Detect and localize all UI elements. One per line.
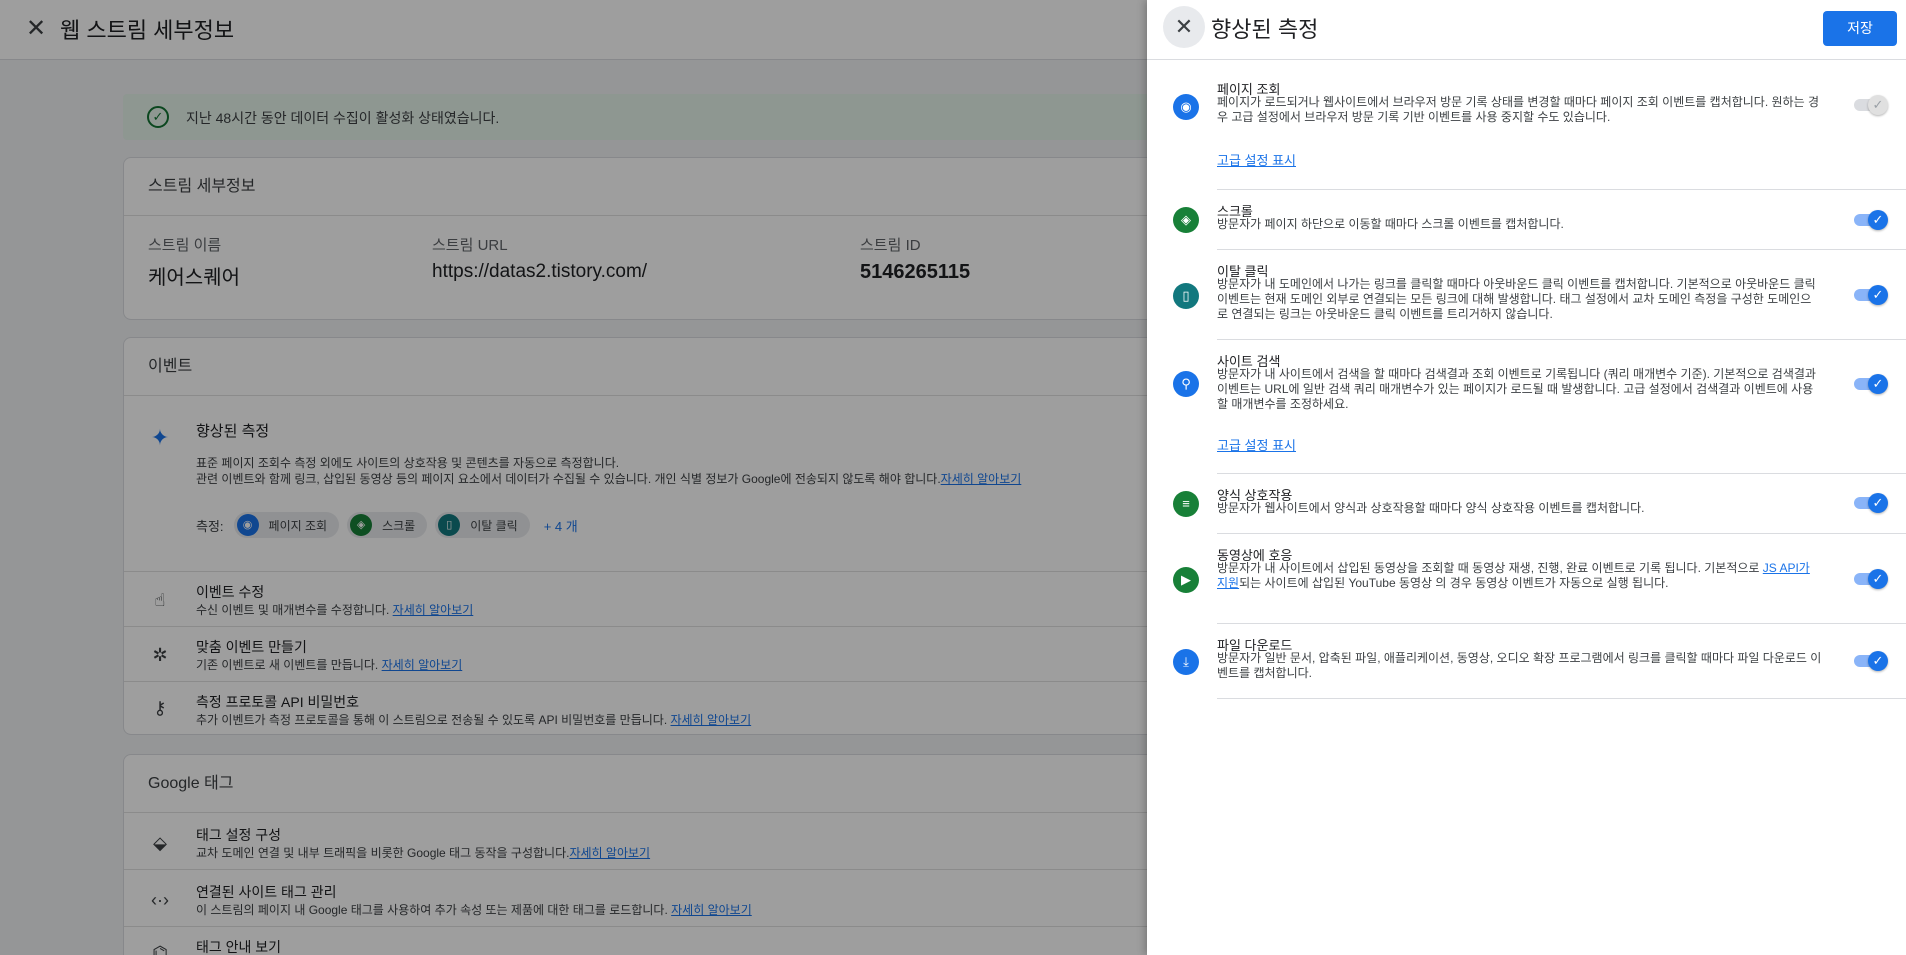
advanced-settings-link[interactable]: 고급 설정 표시 xyxy=(1217,150,1296,169)
check-icon: ✓ xyxy=(1868,651,1888,671)
mouse-icon: ▯ xyxy=(1173,283,1199,309)
search-icon: ⚲ xyxy=(1173,371,1199,397)
setting-desc-text: 방문자가 내 사이트에서 삽입된 동영상을 조회할 때 동영상 재생, 진행, … xyxy=(1217,561,1763,575)
setting-site-search: ⚲ 사이트 검색 방문자가 내 사이트에서 검색을 할 때마다 검색결과 조회 … xyxy=(1147,351,1906,473)
panel-header: ✕ 향상된 측정 저장 xyxy=(1147,0,1906,60)
divider xyxy=(1217,533,1906,534)
eye-icon: ◉ xyxy=(1173,94,1199,120)
scroll-icon: ◈ xyxy=(1173,207,1199,233)
check-icon: ✓ xyxy=(1868,569,1888,589)
enhanced-measurement-panel: ✕ 향상된 측정 저장 ◉ 페이지 조회 페이지가 로드되거나 웹사이트에서 브… xyxy=(1147,0,1906,955)
divider xyxy=(1217,623,1906,624)
setting-desc: 방문자가 내 도메인에서 나가는 링크를 클릭할 때마다 아웃바운드 클릭 이벤… xyxy=(1217,277,1816,321)
setting-video-engagement: ▶ 동영상에 호응 방문자가 내 사이트에서 삽입된 동영상을 조회할 때 동영… xyxy=(1147,545,1906,623)
setting-file-download: ⤓ 파일 다운로드 방문자가 일반 문서, 압축된 파일, 애플리케이션, 동영… xyxy=(1147,635,1906,698)
setting-outbound-click: ▯ 이탈 클릭 방문자가 내 도메인에서 나가는 링크를 클릭할 때마다 아웃바… xyxy=(1147,261,1906,339)
toggle-form-interaction[interactable]: ✓ xyxy=(1850,491,1890,515)
setting-desc-text: 되는 사이트에 삽입된 YouTube 동영상 의 경우 동영상 이벤트가 자동… xyxy=(1239,576,1669,590)
divider xyxy=(1217,698,1906,699)
setting-form-interaction: ≡ 양식 상호작용 방문자가 웹사이트에서 양식과 상호작용할 때마다 양식 상… xyxy=(1147,485,1906,533)
toggle-video-engagement[interactable]: ✓ xyxy=(1850,567,1890,591)
check-icon: ✓ xyxy=(1868,374,1888,394)
setting-desc: 페이지가 로드되거나 웹사이트에서 브라우저 방문 기록 상태를 변경할 때마다… xyxy=(1217,95,1820,124)
check-icon: ✓ xyxy=(1868,285,1888,305)
divider xyxy=(1217,339,1906,340)
check-icon: ✓ xyxy=(1868,493,1888,513)
setting-desc: 방문자가 내 사이트에서 검색을 할 때마다 검색결과 조회 이벤트로 기록됩니… xyxy=(1217,367,1816,411)
advanced-settings-link[interactable]: 고급 설정 표시 xyxy=(1217,435,1296,454)
panel-title: 향상된 측정 xyxy=(1211,17,1319,42)
play-icon: ▶ xyxy=(1173,567,1199,593)
setting-page-view: ◉ 페이지 조회 페이지가 로드되거나 웹사이트에서 브라우저 방문 기록 상태… xyxy=(1147,79,1906,189)
toggle-scroll[interactable]: ✓ xyxy=(1850,208,1890,232)
form-icon: ≡ xyxy=(1173,491,1199,517)
divider xyxy=(1217,473,1906,474)
divider xyxy=(1217,249,1906,250)
toggle-page-view[interactable]: ✓ xyxy=(1850,93,1890,117)
save-button[interactable]: 저장 xyxy=(1823,11,1897,46)
setting-desc: 방문자가 페이지 하단으로 이동할 때마다 스크롤 이벤트를 캡처합니다. xyxy=(1217,217,1564,231)
toggle-site-search[interactable]: ✓ xyxy=(1850,372,1890,396)
setting-scroll: ◈ 스크롤 방문자가 페이지 하단으로 이동할 때마다 스크롤 이벤트를 캡처합… xyxy=(1147,201,1906,249)
toggle-outbound-click[interactable]: ✓ xyxy=(1850,283,1890,307)
toggle-file-download[interactable]: ✓ xyxy=(1850,649,1890,673)
divider xyxy=(1217,189,1906,190)
setting-desc: 방문자가 웹사이트에서 양식과 상호작용할 때마다 양식 상호작용 이벤트를 캡… xyxy=(1217,501,1645,515)
download-icon: ⤓ xyxy=(1173,649,1199,675)
setting-desc: 방문자가 내 사이트에서 삽입된 동영상을 조회할 때 동영상 재생, 진행, … xyxy=(1217,561,1822,591)
close-icon[interactable]: ✕ xyxy=(1163,6,1205,48)
check-icon: ✓ xyxy=(1868,210,1888,230)
check-icon: ✓ xyxy=(1868,95,1888,115)
setting-desc: 방문자가 일반 문서, 압축된 파일, 애플리케이션, 동영상, 오디오 확장 … xyxy=(1217,651,1822,680)
